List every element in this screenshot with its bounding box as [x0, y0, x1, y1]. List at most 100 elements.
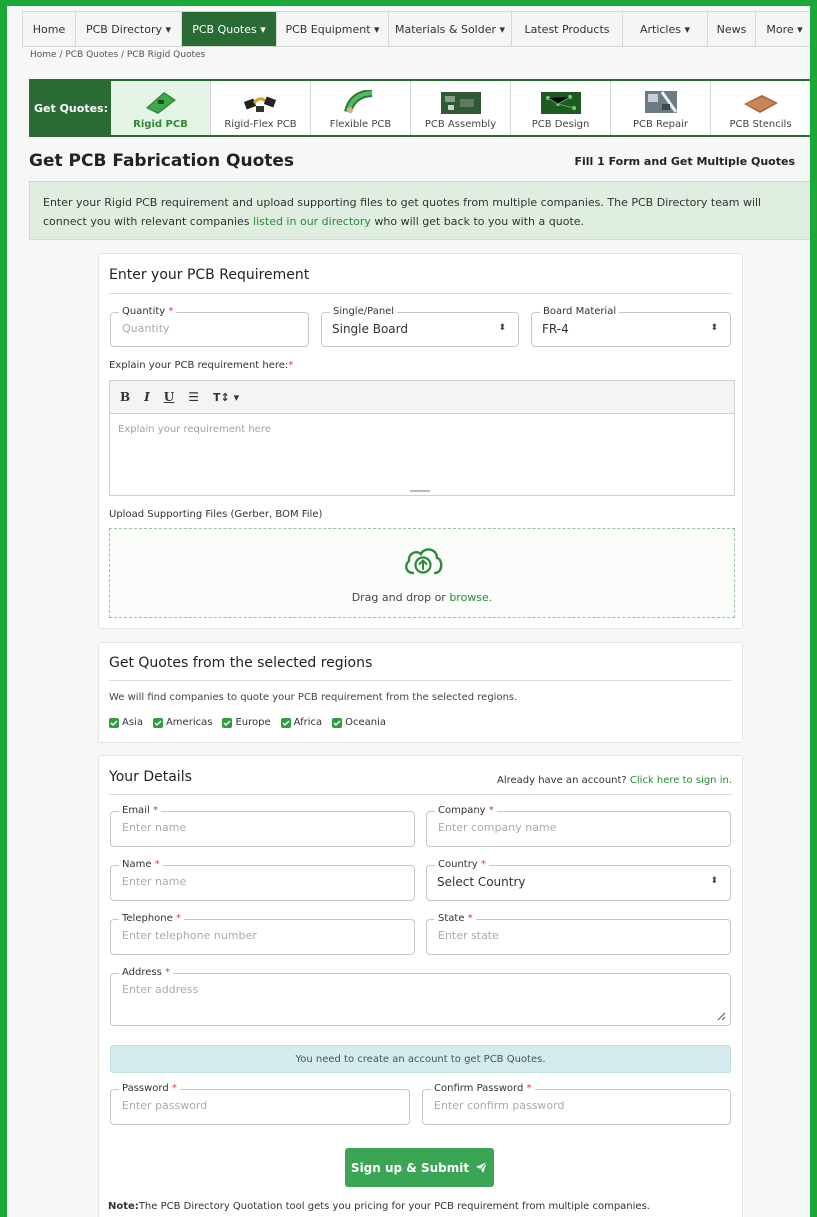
nav-pcb-quotes[interactable]: PCB Quotes ▾ [182, 12, 277, 46]
quote-type-pcb-assembly[interactable]: PCB Assembly [411, 81, 511, 135]
email-field[interactable]: Email * Enter name [110, 805, 415, 847]
quote-type-label: PCB Design [531, 119, 590, 130]
page-title: Get PCB Fabrication Quotes [29, 151, 295, 171]
company-placeholder: Enter company name [438, 821, 557, 834]
breadcrumb[interactable]: Home / PCB Quotes / PCB Rigid Quotes [30, 50, 205, 60]
pcb-repair-icon [644, 91, 677, 113]
single-panel-select[interactable]: Single/Panel Single Board ⬍ [321, 306, 519, 347]
checkbox-checked-icon[interactable] [152, 717, 163, 728]
browse-link[interactable]: browse. [449, 591, 492, 604]
intro-text-end: who will get back to you with a quote. [370, 215, 585, 228]
quote-type-label: PCB Repair [632, 119, 689, 130]
checkbox-checked-icon[interactable] [222, 717, 233, 728]
nav-articles[interactable]: Articles ▾ [623, 12, 708, 46]
password-placeholder: Enter password [122, 1099, 208, 1112]
signin-link[interactable]: Click here to sign in. [630, 775, 732, 786]
nav-news[interactable]: News [708, 12, 756, 46]
get-quotes-label: Get Quotes: [31, 81, 111, 135]
confirm-password-placeholder: Enter confirm password [434, 1099, 565, 1112]
nav-latest-products[interactable]: Latest Products [512, 12, 623, 46]
bold-button[interactable]: B [120, 390, 130, 404]
select-caret-icon: ⬍ [710, 876, 718, 886]
quote-type-pcb-stencils[interactable]: PCB Stencils [711, 81, 810, 135]
password-field[interactable]: Password * Enter password [110, 1083, 410, 1125]
telephone-field[interactable]: Telephone * Enter telephone number [110, 913, 415, 955]
directory-link[interactable]: listed in our directory [253, 215, 371, 228]
signup-submit-button[interactable]: Sign up & Submit [345, 1148, 494, 1187]
page-frame: Home PCB Directory ▾ PCB Quotes ▾ PCB Eq… [0, 0, 817, 1217]
quote-type-pcb-design[interactable]: PCB Design [511, 81, 611, 135]
country-legend: Country * [435, 859, 489, 870]
region-americas[interactable]: Americas [152, 717, 212, 728]
company-field[interactable]: Company * Enter company name [426, 805, 731, 847]
requirement-card: Enter your PCB Requirement Quantity * Qu… [98, 253, 743, 629]
address-placeholder: Enter address [122, 983, 199, 996]
nav-pcb-equipment[interactable]: PCB Equipment ▾ [277, 12, 389, 46]
board-material-legend: Board Material [540, 306, 620, 317]
note-text: Note:The PCB Directory Quotation tool ge… [108, 1201, 650, 1212]
quantity-field[interactable]: Quantity * Quantity [110, 306, 309, 347]
region-asia[interactable]: Asia [109, 717, 143, 728]
upload-label: Upload Supporting Files (Gerber, BOM Fil… [109, 509, 323, 520]
checkbox-checked-icon[interactable] [332, 717, 343, 728]
underline-button[interactable]: U [164, 390, 174, 404]
nav-materials-solder[interactable]: Materials & Solder ▾ [389, 12, 512, 46]
select-caret-icon: ⬍ [498, 323, 506, 333]
state-field[interactable]: State * Enter state [426, 913, 731, 955]
signin-prompt: Already have an account? Click here to s… [496, 775, 732, 786]
pcb-stencils-icon [743, 95, 778, 113]
details-title: Your Details [109, 769, 192, 785]
font-size-button[interactable]: T↕ ▾ [213, 391, 239, 404]
email-legend: Email * [119, 805, 161, 816]
address-field[interactable]: Address * Enter address [110, 967, 731, 1026]
confirm-password-field[interactable]: Confirm Password * Enter confirm passwor… [422, 1083, 731, 1125]
requirement-editor[interactable]: B I U ☰ T↕ ▾ Explain your requirement he… [109, 380, 735, 496]
quote-type-bar: Get Quotes: Rigid PCB Rigid-Flex PCB Fle… [29, 79, 810, 137]
quote-type-rigid-flex-pcb[interactable]: Rigid-Flex PCB [211, 81, 311, 135]
editor-placeholder: Explain your requirement here [118, 424, 271, 435]
single-panel-value: Single Board [332, 322, 408, 336]
explain-label: Explain your PCB requirement here:* [109, 360, 294, 371]
password-legend: Password * [119, 1083, 180, 1094]
resize-grip-icon[interactable] [716, 1011, 726, 1021]
italic-button[interactable]: I [144, 390, 150, 404]
pcb-design-icon [540, 92, 581, 114]
board-material-select[interactable]: Board Material FR-4 ⬍ [531, 306, 731, 347]
region-africa[interactable]: Africa [280, 717, 322, 728]
name-placeholder: Enter name [122, 875, 187, 888]
state-placeholder: Enter state [438, 929, 499, 942]
name-field[interactable]: Name * Enter name [110, 859, 415, 901]
intro-box: Enter your Rigid PCB requirement and upl… [29, 181, 810, 240]
quote-type-pcb-repair[interactable]: PCB Repair [611, 81, 711, 135]
nav-home[interactable]: Home [23, 12, 76, 46]
nav-more[interactable]: More ▾ [756, 12, 810, 46]
nav-pcb-directory[interactable]: PCB Directory ▾ [76, 12, 182, 46]
single-panel-legend: Single/Panel [330, 306, 398, 317]
editor-resize-grip[interactable] [410, 490, 430, 492]
telephone-legend: Telephone * [119, 913, 184, 924]
file-dropzone[interactable]: Drag and drop or browse. [109, 528, 735, 618]
name-legend: Name * [119, 859, 163, 870]
region-oceania[interactable]: Oceania [332, 717, 386, 728]
quote-type-flexible-pcb[interactable]: Flexible PCB [311, 81, 411, 135]
regions-title: Get Quotes from the selected regions [109, 655, 373, 671]
flexible-pcb-icon [343, 90, 372, 114]
quantity-legend: Quantity * [119, 306, 177, 317]
board-material-value: FR-4 [542, 322, 569, 336]
checkbox-checked-icon[interactable] [280, 717, 291, 728]
company-legend: Company * [435, 805, 497, 816]
divider [109, 680, 732, 681]
quote-type-rigid-pcb[interactable]: Rigid PCB [111, 81, 211, 135]
divider [109, 794, 732, 795]
telephone-placeholder: Enter telephone number [122, 929, 257, 942]
region-europe[interactable]: Europe [222, 717, 271, 728]
quote-type-label: Flexible PCB [329, 119, 392, 130]
confirm-password-legend: Confirm Password * [431, 1083, 535, 1094]
list-icon[interactable]: ☰ [188, 390, 199, 404]
regions-checkbox-group: Asia Americas Europe Africa Oceania [109, 717, 386, 728]
checkbox-checked-icon[interactable] [109, 717, 119, 728]
country-value: Select Country [437, 875, 526, 889]
state-legend: State * [435, 913, 476, 924]
country-select[interactable]: Country * Select Country ⬍ [426, 859, 731, 901]
editor-toolbar: B I U ☰ T↕ ▾ [110, 381, 734, 414]
